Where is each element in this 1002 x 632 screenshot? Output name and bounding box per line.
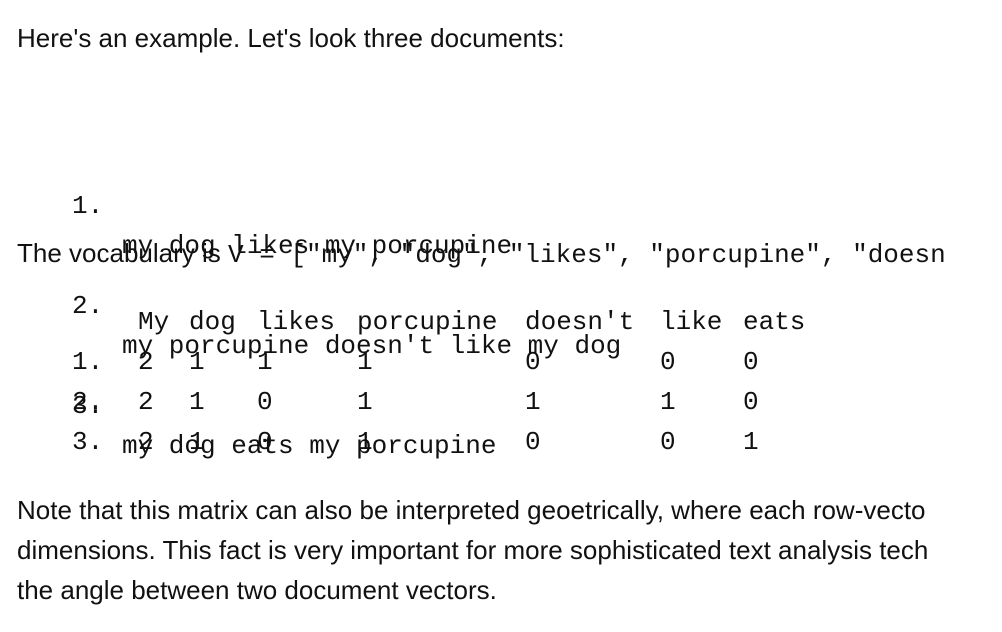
- matrix-cell: 0: [525, 347, 541, 377]
- matrix-cell: 0: [660, 347, 676, 377]
- vocabulary-code: V = ["my", "dog", "likes", "porcupine", …: [227, 240, 946, 270]
- vocabulary-paragraph: The vocabulary is V = ["my", "dog", "lik…: [17, 233, 946, 275]
- matrix-header-row: My dog likes porcupine doesn't like eats: [0, 302, 1002, 342]
- matrix-header-cell: dog: [189, 307, 236, 337]
- matrix-cell: 0: [660, 427, 676, 457]
- matrix-header-cell: likes: [257, 307, 336, 337]
- note-line: dimensions. This fact is very important …: [17, 535, 929, 565]
- table-row: 2. 2 1 0 1 1 1 0: [0, 382, 1002, 422]
- matrix-cell: 2: [138, 427, 154, 457]
- matrix-cell: 2: [138, 387, 154, 417]
- note-paragraph: Note that this matrix can also be interp…: [17, 490, 1002, 610]
- matrix-cell: 0: [743, 387, 759, 417]
- matrix-cell: 0: [257, 427, 273, 457]
- matrix-header-cell: doesn't: [525, 307, 635, 337]
- matrix-cell: 0: [525, 427, 541, 457]
- matrix-header-cell: My: [138, 307, 170, 337]
- table-row: 1. 2 1 1 1 0 0 0: [0, 342, 1002, 382]
- matrix-cell: 1: [660, 387, 676, 417]
- document-page: Here's an example. Let's look three docu…: [0, 0, 1002, 632]
- matrix-cell: 1: [743, 427, 759, 457]
- matrix-cell: 1: [357, 427, 373, 457]
- matrix-header-cell: eats: [743, 307, 806, 337]
- table-row: 3. 2 1 0 1 0 0 1: [0, 422, 1002, 462]
- matrix-header-cell: like: [660, 307, 723, 337]
- matrix-row-label: 3.: [72, 427, 104, 457]
- matrix-cell: 1: [189, 387, 205, 417]
- matrix-row-label: 2.: [72, 387, 104, 417]
- list-item: 1. my dog likes my porcupine: [0, 146, 512, 261]
- matrix-cell: 0: [743, 347, 759, 377]
- matrix-cell: 1: [257, 347, 273, 377]
- term-document-matrix: My dog likes porcupine doesn't like eats…: [0, 302, 1002, 462]
- matrix-cell: 1: [189, 427, 205, 457]
- note-line: the angle between two document vectors.: [17, 575, 497, 605]
- intro-paragraph: Here's an example. Let's look three docu…: [17, 23, 565, 53]
- matrix-cell: 0: [257, 387, 273, 417]
- matrix-cell: 1: [525, 387, 541, 417]
- vocabulary-prefix: The vocabulary is: [17, 238, 228, 268]
- list-item-number: 1.: [72, 191, 104, 221]
- matrix-cell: 1: [189, 347, 205, 377]
- matrix-cell: 1: [357, 387, 373, 417]
- note-line: Note that this matrix can also be interp…: [17, 495, 926, 525]
- matrix-cell: 2: [138, 347, 154, 377]
- matrix-cell: 1: [357, 347, 373, 377]
- matrix-row-label: 1.: [72, 347, 104, 377]
- matrix-header-cell: porcupine: [357, 307, 498, 337]
